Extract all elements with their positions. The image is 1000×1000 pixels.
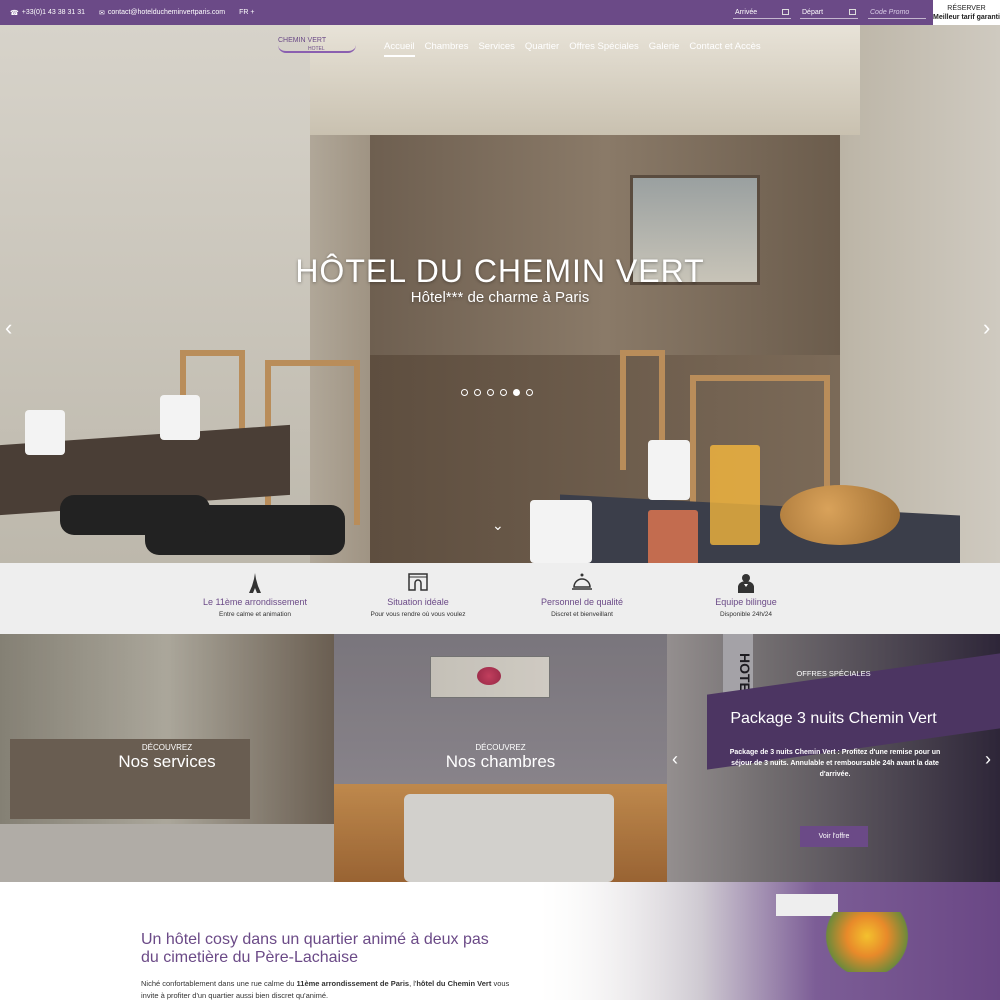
- phone-number: +33(0)1 43 38 31 31: [21, 9, 85, 16]
- slider-dot[interactable]: [513, 389, 520, 396]
- hero-photo-seat: [60, 495, 210, 535]
- chevron-left-icon[interactable]: ‹: [672, 749, 678, 770]
- departure-date-field[interactable]: Départ: [800, 6, 858, 19]
- slider-dot[interactable]: [461, 389, 468, 396]
- departure-label: Départ: [802, 8, 824, 16]
- hero-subtitle: Hôtel*** de charme à Paris: [410, 289, 590, 306]
- hero-photo-glass: [648, 510, 698, 563]
- hotel-logo[interactable]: CHEMIN VERT HOTEL: [278, 37, 356, 57]
- slider-dot[interactable]: [526, 389, 533, 396]
- feature-situation: Situation idéale Pour vous rendre où vou…: [333, 573, 503, 618]
- feature-title: Situation idéale: [387, 597, 449, 607]
- hero-photo-table: [560, 494, 960, 563]
- calendar-icon: [782, 9, 789, 15]
- slider-dot[interactable]: [500, 389, 507, 396]
- intro-text-start: Niché confortablement dans une rue calme…: [141, 979, 297, 988]
- hero-photo-cabinet: [370, 135, 840, 355]
- hero-photo-bread: [780, 485, 900, 545]
- feature-subtitle: Disponible 24h/24: [719, 611, 773, 618]
- intro-photo-fade: [540, 882, 700, 1000]
- phone-link[interactable]: ☎ +33(0)1 43 38 31 31: [10, 9, 85, 17]
- feature-bilingue: Equipe bilingue Disponible 24h/24: [661, 573, 831, 618]
- language-selector[interactable]: FR +: [239, 9, 254, 16]
- reserve-label: RÉSERVER: [947, 5, 986, 12]
- eiffel-tower-icon: [170, 573, 340, 593]
- chevron-right-icon[interactable]: ›: [985, 749, 991, 770]
- mail-icon: ✉: [98, 9, 105, 17]
- top-bar: ☎ +33(0)1 43 38 31 31 ✉ contact@hotelduc…: [0, 0, 1000, 25]
- hero-photo-glass: [710, 445, 760, 545]
- nav-item-offres-speciales[interactable]: Offres Spéciales: [569, 41, 639, 57]
- nav-item-quartier[interactable]: Quartier: [525, 41, 559, 57]
- chevron-down-icon[interactable]: ⌄: [492, 517, 504, 534]
- intro-photo-flowers: [822, 912, 912, 972]
- logo-swoosh: [278, 45, 356, 53]
- hero-photo-cup: [160, 395, 200, 440]
- arrival-date-field[interactable]: Arrivée: [733, 6, 791, 19]
- promo-panels: DÉCOUVREZ Nos services DÉCOUVREZ Nos cha…: [0, 634, 1000, 882]
- intro-text: Niché confortablement dans une rue calme…: [141, 978, 511, 1000]
- nav-item-contact[interactable]: Contact et Accès: [689, 41, 760, 57]
- phone-icon: ☎: [10, 9, 19, 17]
- promo-code-input[interactable]: Code Promo: [868, 6, 926, 19]
- email-address: contact@hotelducheminvertparis.com: [107, 9, 226, 16]
- hero-photo-cup: [25, 410, 65, 455]
- feature-subtitle: Pour vous rendre où vous voulez: [370, 611, 466, 618]
- offers-kicker: OFFRES SPÉCIALES: [796, 669, 871, 678]
- intro-heading: Un hôtel cosy dans un quartier animé à d…: [141, 931, 489, 966]
- email-link[interactable]: ✉ contact@hotelducheminvertparis.com: [99, 9, 225, 17]
- feature-subtitle: Entre calme et animation: [219, 611, 291, 618]
- nav-item-services[interactable]: Services: [478, 41, 514, 57]
- view-offer-button[interactable]: Voir l'offre: [800, 826, 868, 847]
- contact-info: ☎ +33(0)1 43 38 31 31 ✉ contact@hotelduc…: [10, 0, 254, 25]
- calendar-icon: [849, 9, 856, 15]
- reserve-sublabel: Meilleur tarif garanti: [933, 14, 1000, 21]
- arrival-label: Arrivée: [735, 8, 758, 16]
- feature-title: Le 11ème arrondissement: [203, 597, 307, 607]
- hero-title: HÔTEL DU CHEMIN VERT: [295, 253, 705, 289]
- rooms-panel[interactable]: DÉCOUVREZ Nos chambres: [334, 634, 667, 882]
- feature-title: Equipe bilingue: [715, 597, 777, 607]
- feature-subtitle: Discret et bienveillant: [551, 611, 613, 618]
- hero-slider: HÔTEL DU CHEMIN VERT Hôtel*** de charme …: [0, 25, 1000, 563]
- nav-item-chambres[interactable]: Chambres: [425, 41, 469, 57]
- services-title: Nos services: [118, 752, 216, 771]
- nav-item-accueil[interactable]: Accueil: [384, 41, 415, 57]
- rooms-title: Nos chambres: [445, 752, 556, 771]
- main-nav: Accueil Chambres Services Quartier Offre…: [384, 41, 761, 57]
- reserve-button[interactable]: RÉSERVER Meilleur tarif garanti: [933, 0, 1000, 25]
- intro-text-bold: hôtel du Chemin Vert: [416, 979, 492, 988]
- rooms-kicker: DÉCOUVREZ: [475, 743, 526, 752]
- cloche-icon: [497, 573, 667, 593]
- intro-section: Un hôtel cosy dans un quartier animé à d…: [0, 882, 1000, 1000]
- hero-photo-cup: [648, 440, 690, 500]
- nav-item-galerie[interactable]: Galerie: [649, 41, 680, 57]
- arc-de-triomphe-icon: [333, 573, 503, 593]
- slider-dot[interactable]: [474, 389, 481, 396]
- logo-line1: CHEMIN VERT: [278, 37, 327, 44]
- offers-title: Package 3 nuits Chemin Vert: [730, 710, 937, 727]
- hero-photo-cup: [530, 500, 592, 563]
- feature-personnel: Personnel de qualité Discret et bienveil…: [497, 573, 667, 618]
- offers-description: Package de 3 nuits Chemin Vert : Profite…: [729, 749, 941, 778]
- feature-arrondissement: Le 11ème arrondissement Entre calme et a…: [170, 573, 340, 618]
- slider-dot[interactable]: [487, 389, 494, 396]
- slider-dots: [461, 389, 533, 396]
- intro-text-bold: 11ème arrondissement de Paris: [296, 979, 410, 988]
- services-kicker: DÉCOUVREZ: [141, 743, 193, 752]
- offers-panel: HOTEL OFFRES SPÉCIALES Package 3 nuits C…: [667, 634, 1000, 882]
- chevron-right-icon[interactable]: ›: [983, 317, 990, 339]
- feature-title: Personnel de qualité: [540, 597, 624, 607]
- chevron-left-icon[interactable]: ‹: [5, 317, 12, 339]
- staff-person-icon: [661, 573, 831, 593]
- features-strip: Le 11ème arrondissement Entre calme et a…: [0, 563, 1000, 634]
- services-panel[interactable]: DÉCOUVREZ Nos services: [0, 634, 334, 882]
